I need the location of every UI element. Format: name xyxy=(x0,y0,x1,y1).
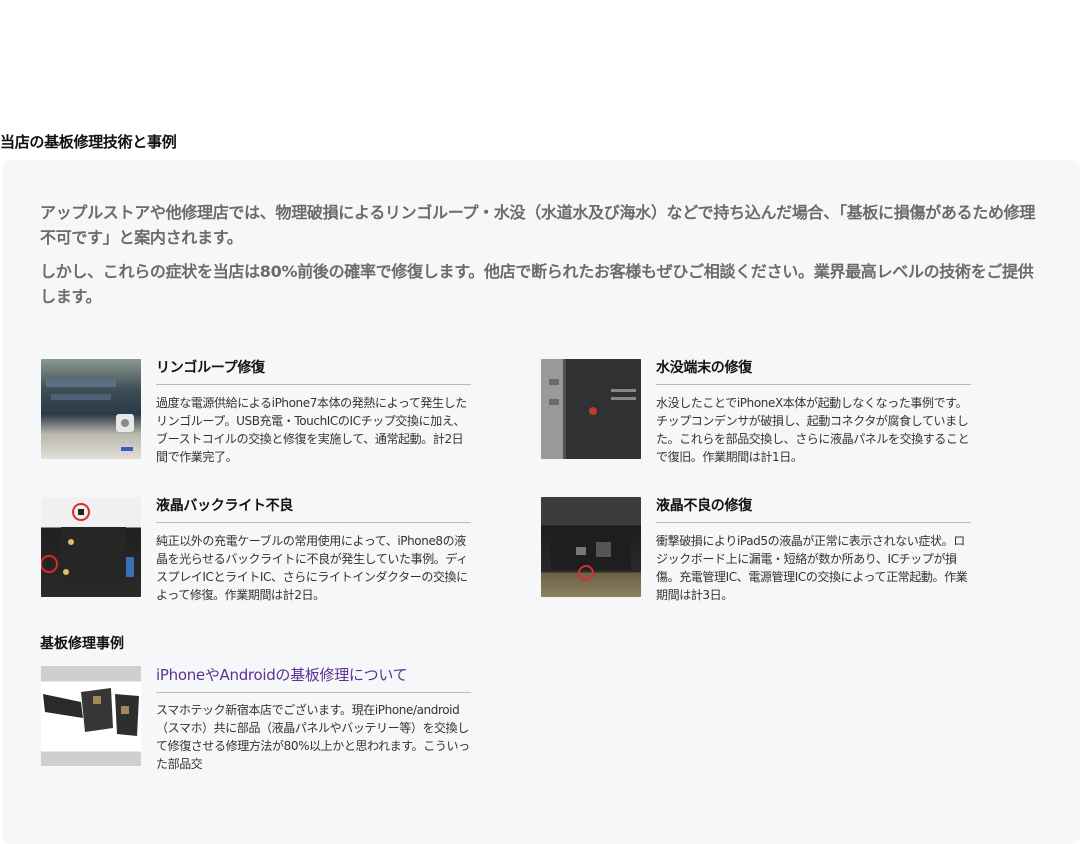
case-thumbnail[interactable] xyxy=(41,359,141,459)
examples-heading: 基板修理事例 xyxy=(40,636,124,652)
intro-paragraph-1: アップルストアや他修理店では、物理破損によるリンゴループ・水没（水道水及び海水）… xyxy=(40,203,1036,247)
example-article[interactable]: iPhoneやAndroidの基板修理について スマホテック新宿本店でございます… xyxy=(41,666,471,781)
case-card-water-damage[interactable]: 水没端末の修復 水没したことでiPhoneX本体が起動しなくなった事例です。チッ… xyxy=(541,359,971,474)
case-title[interactable]: 水没端末の修復 xyxy=(656,357,971,385)
case-thumbnail[interactable] xyxy=(541,359,641,459)
article-title-link[interactable]: iPhoneやAndroidの基板修理について xyxy=(156,664,471,693)
case-card-backlight[interactable]: 液晶バックライト不良 純正以外の充電ケーブルの常用使用によって、iPhone8の… xyxy=(41,497,471,612)
case-title[interactable]: 液晶バックライト不良 xyxy=(156,495,471,523)
case-thumbnail[interactable] xyxy=(541,497,641,597)
case-description: 水没したことでiPhoneX本体が起動しなくなった事例です。チップコンデンサが破… xyxy=(656,396,970,464)
case-card-ringo-loop[interactable]: リンゴループ修復 過度な電源供給によるiPhone7本体の発熱によって発生したリ… xyxy=(41,359,471,474)
case-description: 過度な電源供給によるiPhone7本体の発熱によって発生したリンゴループ。USB… xyxy=(156,396,467,464)
intro-paragraph-2: しかし、これらの症状を当店は80%前後の確率で修復します。他店で断られたお客様も… xyxy=(40,262,1034,306)
case-thumbnail[interactable] xyxy=(41,497,141,597)
section-title: 当店の基板修理技術と事例 xyxy=(0,133,177,151)
case-title[interactable]: 液晶不良の修復 xyxy=(656,495,971,523)
case-card-lcd-fault[interactable]: 液晶不良の修復 衝撃破損によりiPad5の液晶が正常に表示されない症状。ロジック… xyxy=(541,497,971,612)
article-excerpt: スマホテック新宿本店でございます。現在iPhone/android（スマホ）共に… xyxy=(156,703,470,771)
article-thumbnail[interactable] xyxy=(41,666,141,766)
case-description: 純正以外の充電ケーブルの常用使用によって、iPhone8の液晶を光らせるバックラ… xyxy=(156,534,468,602)
case-description: 衝撃破損によりiPad5の液晶が正常に表示されない症状。ロジックボード上に漏電・… xyxy=(656,534,968,602)
case-title[interactable]: リンゴループ修復 xyxy=(156,357,471,385)
